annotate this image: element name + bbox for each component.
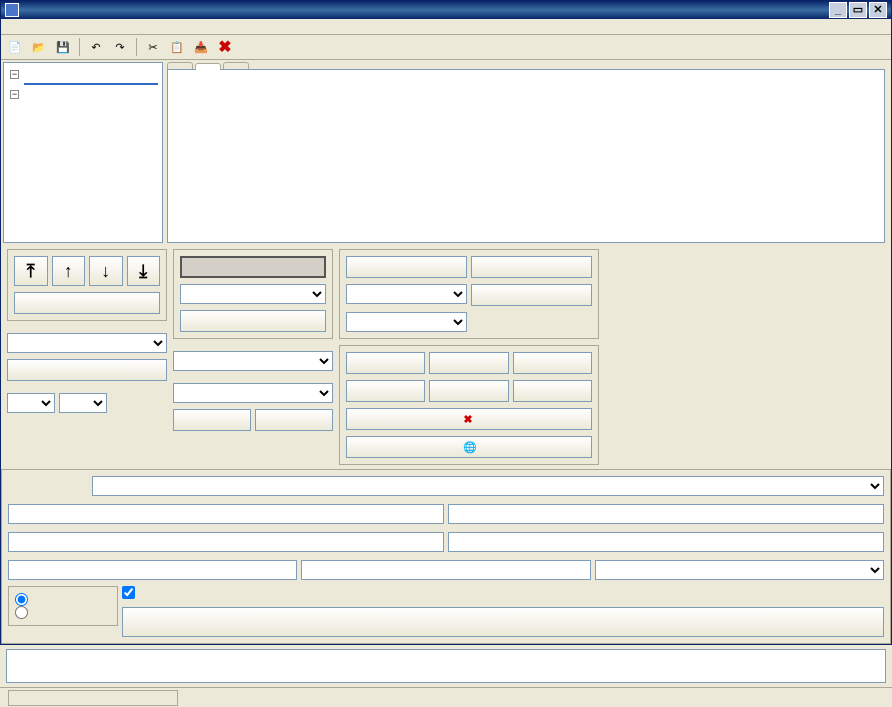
save-icon[interactable]: 💾 [53,37,73,57]
tree-view[interactable]: − − [3,62,163,243]
text-style-standard-radio[interactable] [15,593,28,606]
rows-multiple-edition-group: ✖ 🌐 [339,345,599,465]
collapse-icon[interactable]: − [10,70,19,79]
open-icon[interactable]: 📂 [29,37,49,57]
select-action-select[interactable] [92,476,884,496]
toolbar: 📄 📂 💾 ↶ ↷ ✂ 📋 📥 ✖ [1,35,891,60]
update-refs-from-acad-button[interactable]: 🌐 [346,436,592,458]
tab-new-chapter1[interactable] [223,62,249,69]
reference-selection-select[interactable] [173,351,333,371]
color-select[interactable] [595,560,884,580]
menubar [1,19,891,36]
tab-bar [167,62,885,69]
cells-measure-button[interactable] [346,256,467,278]
index-suffix-input[interactable] [8,532,444,552]
edit-ref-sign-button[interactable] [513,352,592,374]
edit-descript-button[interactable] [471,284,592,306]
move-bottom-button[interactable]: ⤓ [127,256,161,286]
tab-chapter-survey[interactable] [195,63,221,70]
descrip-suffix-input[interactable] [448,532,884,552]
minimize-button[interactable]: _ [829,2,847,18]
move-up-button[interactable]: ↑ [52,256,86,286]
remove-previous-checkbox[interactable] [122,586,135,599]
status-bar [0,687,892,707]
remove-button[interactable]: ✖ [346,408,592,430]
menu-tree[interactable] [47,25,63,29]
new-icon[interactable]: 📄 [5,37,25,57]
text-style-active-radio[interactable] [15,606,28,619]
maximize-button[interactable]: ▭ [849,2,867,18]
project-drawings-list-button[interactable] [14,292,160,314]
user-input-button[interactable] [180,310,326,332]
index-prefix-input[interactable] [8,504,444,524]
copy-icon[interactable]: 📋 [167,37,187,57]
data-grid[interactable] [167,69,885,243]
lower-panels: ⤒ ↑ ↓ ⤓ [1,245,891,469]
manager-active-drawing-select[interactable] [7,333,167,353]
config-sorting-button[interactable] [173,409,251,431]
tree-node-new-chapter1[interactable]: − [8,87,158,101]
menu-file[interactable] [7,25,23,29]
units-select[interactable] [59,393,107,413]
cells-positive-select[interactable] [346,312,467,332]
main-split: − − [1,60,891,245]
edit-descrs-button[interactable] [429,352,508,374]
cut-icon[interactable]: ✂ [143,37,163,57]
close-button[interactable]: ✕ [869,2,887,18]
cells-objects-length-select[interactable] [346,284,467,304]
edit-m1-button[interactable] [346,380,425,402]
objects-length-select[interactable] [180,284,326,304]
move-indices-input[interactable] [8,560,297,580]
delete-icon[interactable]: ✖ [215,37,235,57]
grid-wrapper [165,60,887,245]
do-action-button[interactable] [122,607,884,637]
redo-icon[interactable]: ↷ [110,37,130,57]
cells-multiple-edition-group [339,249,599,339]
message-log[interactable] [6,649,886,683]
cells-user-input-button[interactable] [471,256,592,278]
tab-t-chapters[interactable] [167,62,193,69]
text-height-input[interactable] [301,560,590,580]
app-window: _ ▭ ✕ 📄 📂 💾 ↶ ↷ ✂ 📋 📥 ✖ − − [0,0,892,645]
move-top-button[interactable]: ⤒ [14,256,48,286]
identify-measurements-group [1,469,891,644]
app-icon [5,3,19,17]
paste-icon[interactable]: 📥 [191,37,211,57]
measure-in-acad-button[interactable] [180,256,326,278]
undo-icon[interactable]: ↶ [86,37,106,57]
menu-help[interactable] [67,25,83,29]
descrip-prefix-input[interactable] [448,504,884,524]
move-down-button[interactable]: ↓ [89,256,123,286]
edit-unit-button[interactable] [513,380,592,402]
reference-sign-select[interactable] [173,383,333,403]
move-rows-group: ⤒ ↑ ↓ ⤓ [7,249,167,321]
edit-m2-button[interactable] [429,380,508,402]
menu-edit[interactable] [27,25,43,29]
config-object-filters-button[interactable] [255,409,333,431]
edit-ref-values-button[interactable] [346,352,425,374]
update-drawing-list-button[interactable] [7,359,167,381]
reference-value-group [173,249,333,339]
tree-node-new-item0[interactable] [24,101,158,103]
tree-node-chapter-survey[interactable]: − [8,67,158,81]
status-progress [8,690,178,706]
collapse-icon[interactable]: − [10,90,19,99]
decimal-p-select[interactable] [7,393,55,413]
titlebar: _ ▭ ✕ [1,1,891,19]
